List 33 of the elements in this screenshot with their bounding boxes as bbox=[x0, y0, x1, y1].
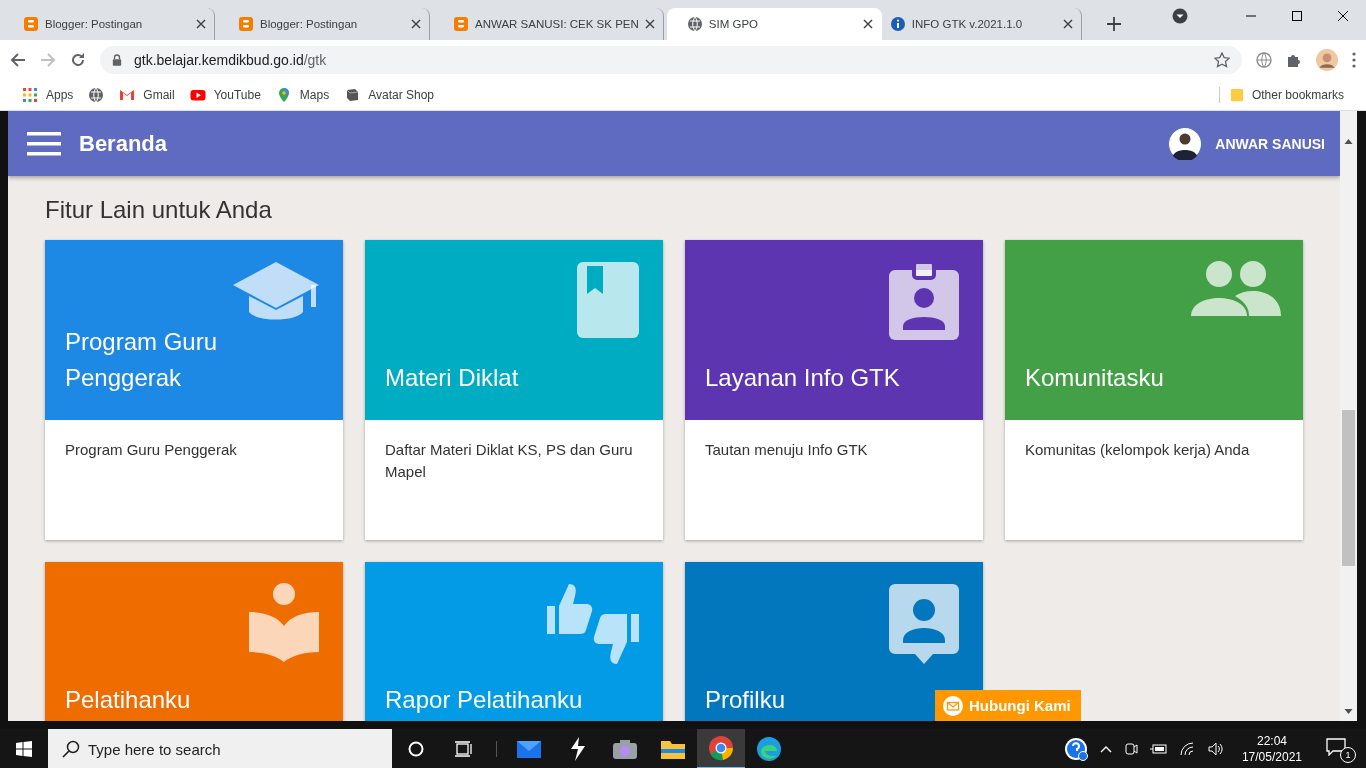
browser-tab[interactable]: INFO GTK v.2021.1.0 bbox=[881, 8, 1082, 40]
browser-tab[interactable]: SIM GPO bbox=[666, 8, 882, 40]
bookmark-folder[interactable]: Other bookmarks bbox=[1218, 87, 1344, 103]
card-description: Daftar Materi Diklat KS, PS dan Guru Mapel bbox=[384, 440, 634, 482]
clock[interactable]: 22:04 17/05/2021 bbox=[1241, 733, 1302, 765]
card-title: Profilku bbox=[705, 685, 786, 715]
card-title: Komunitasku bbox=[1025, 363, 1164, 393]
card-title: Rapor Pelatihanku bbox=[385, 685, 583, 715]
bookmark[interactable]: Avatar Shop bbox=[344, 87, 435, 103]
bookmark[interactable]: YouTube bbox=[189, 87, 261, 103]
card-description: Tautan menuju Info GTK bbox=[704, 440, 869, 460]
feature-card[interactable]: Layanan Info GTK Tautan menuju Info GTK bbox=[685, 240, 983, 540]
bookmark[interactable]: Apps bbox=[22, 87, 74, 103]
notification-count: 1 bbox=[1340, 747, 1356, 763]
page-title: Beranda bbox=[79, 130, 169, 157]
browser-tab[interactable]: Blogger: Postingan bbox=[15, 8, 215, 40]
card-title: Layanan Info GTK bbox=[705, 363, 900, 393]
address-bar[interactable]: gtk.belajar.kemdikbud.go.id/gtk bbox=[100, 46, 1242, 74]
card-title: Program Guru Penggerak bbox=[65, 327, 219, 393]
bookmark[interactable]: Maps bbox=[275, 87, 330, 103]
feature-card[interactable]: Materi Diklat Daftar Materi Diklat KS, PS dan Guru Mapel bbox=[365, 240, 663, 540]
user-name[interactable]: ANWAR SANUSI bbox=[1215, 135, 1325, 152]
bookmark[interactable]: Gmail bbox=[119, 87, 175, 103]
search-field[interactable]: Type here to search bbox=[48, 729, 392, 768]
feature-card[interactable]: Program Guru Penggerak Program Guru Penggerak bbox=[45, 240, 343, 540]
card-title: Pelatihanku bbox=[65, 685, 191, 715]
card-description: Komunitas (kelompok kerja) Anda bbox=[1024, 440, 1251, 460]
section-title: Fitur Lain untuk Anda bbox=[45, 196, 273, 224]
card-description: Program Guru Penggerak bbox=[64, 440, 238, 460]
browser-tab[interactable]: Blogger: Postingan bbox=[230, 8, 430, 40]
card-title: Materi Diklat bbox=[385, 363, 519, 393]
browser-tab[interactable]: ANWAR SANUSI: CEK SK PEN bbox=[445, 8, 664, 40]
feature-card[interactable]: Komunitasku Komunitas (kelompok kerja) Anda bbox=[1005, 240, 1303, 540]
